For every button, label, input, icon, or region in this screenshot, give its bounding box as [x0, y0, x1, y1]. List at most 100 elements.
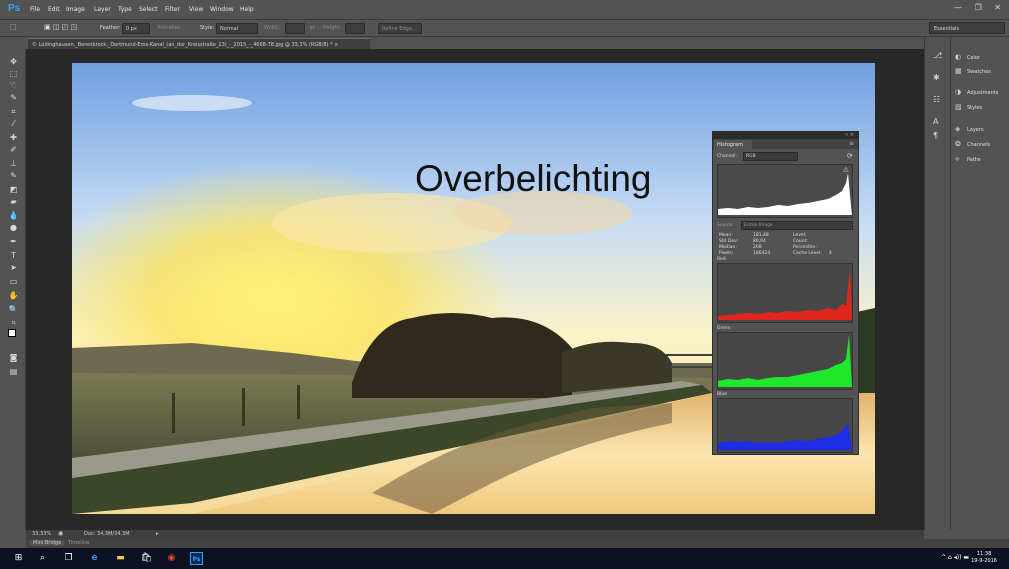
clock-time: 11:38 [976, 551, 992, 557]
lasso-tool-icon[interactable]: ➰ [8, 80, 19, 91]
pen-tool-icon[interactable]: ✒ [8, 236, 19, 247]
file-explorer-icon[interactable]: ▬ [114, 552, 127, 565]
antialias-checkbox[interactable]: Anti-alias [157, 25, 180, 31]
panel-label: Channels [967, 142, 991, 148]
menu-edit[interactable]: Edit [48, 6, 60, 13]
menu-help[interactable]: Help [240, 6, 254, 13]
histogram-panel[interactable]: « × Histogram ≡ Channel: RGB ⟳ ⚠ Source:… [712, 131, 859, 455]
rectangle-tool-icon[interactable]: ▭ [8, 276, 19, 287]
photoshop-taskbar-icon[interactable]: Ps [190, 552, 203, 565]
stat-pixels-label: Pixels: [719, 251, 734, 256]
menu-select[interactable]: Select [139, 6, 158, 13]
dodge-tool-icon[interactable]: ● [8, 222, 19, 233]
blur-tool-icon[interactable]: 💧 [8, 210, 19, 221]
style-select[interactable]: Normal [216, 23, 258, 34]
brush-tool-icon[interactable]: ✐ [8, 144, 19, 155]
panel-label: Swatches [967, 69, 991, 75]
restore-button[interactable]: ❐ [975, 3, 982, 12]
height-input[interactable] [345, 23, 365, 34]
width-input[interactable] [285, 23, 305, 34]
history-brush-tool-icon[interactable]: ✎ [8, 170, 19, 181]
tab-mini-bridge[interactable]: Mini Bridge [30, 540, 65, 546]
status-menu-icon[interactable]: ▸ [156, 531, 159, 537]
clock[interactable]: 11:38 19-9-2016 [971, 551, 997, 565]
panel-dock-strip: ⎇ ✱ ☷ A ¶ [924, 37, 950, 530]
selection-mode-icons[interactable]: ▣ ◫ ◰ ◳ [44, 23, 77, 31]
panel-color[interactable]: ◐ Color [955, 53, 980, 61]
character-icon[interactable]: A [933, 117, 938, 126]
path-select-tool-icon[interactable]: ➤ [8, 262, 19, 273]
refine-edge-button[interactable]: Refine Edge... [378, 23, 422, 34]
menu-window[interactable]: Window [210, 6, 234, 13]
document-tab[interactable]: © Lüdinghausen,_Berenbrock,_Dortmund-Ems… [28, 38, 370, 49]
system-tray[interactable]: ^ ⌂ ◂)) ▬ [941, 554, 969, 561]
red-histogram-graph [717, 263, 853, 323]
styles-icon: ▧ [955, 103, 962, 111]
adjustments-icon: ◑ [955, 88, 962, 96]
quick-select-tool-icon[interactable]: ✎ [8, 92, 19, 103]
screen-mode-icon[interactable]: ▤ [8, 366, 19, 377]
menu-type[interactable]: Type [118, 6, 132, 13]
swap-icon[interactable]: ⇄ [310, 24, 315, 31]
panel-swatches[interactable]: ▦ Swatches [955, 67, 991, 75]
panel-styles[interactable]: ▧ Styles [955, 103, 982, 111]
foreground-color-swatch[interactable] [8, 329, 16, 337]
panel-channels[interactable]: ❂ Channels [955, 140, 990, 148]
store-icon[interactable]: 🛍 [140, 552, 153, 565]
windows-start-icon[interactable]: ⊞ [12, 552, 25, 565]
panel-title-bar[interactable]: « × [713, 132, 858, 139]
eraser-tool-icon[interactable]: ◩ [8, 184, 19, 195]
close-button[interactable]: ✕ [994, 3, 1001, 12]
panel-paths[interactable]: ⟡ Paths [955, 155, 981, 164]
menu-filter[interactable]: Filter [165, 6, 180, 13]
blue-histogram [718, 423, 852, 450]
edge-icon[interactable]: e [88, 552, 101, 565]
move-tool-icon[interactable]: ✥ [8, 56, 19, 67]
channels-icon: ❂ [955, 140, 961, 148]
clone-stamp-tool-icon[interactable]: ⊥ [8, 158, 19, 169]
zoom-level[interactable]: 33,33% [32, 531, 51, 537]
marquee-tool-icon[interactable]: ⬚ [10, 23, 17, 31]
swap-colors-icon[interactable]: ⇆ [8, 318, 19, 329]
tab-timeline[interactable]: Timeline [68, 540, 89, 546]
feather-label: Feather: [100, 25, 121, 31]
hand-tool-icon[interactable]: ✋ [8, 290, 19, 301]
menu-view[interactable]: View [189, 6, 203, 13]
photoshop-logo: Ps [8, 3, 21, 14]
stat-level-label: Level: [793, 233, 807, 238]
eyedropper-tool-icon[interactable]: ⁄ [8, 118, 19, 129]
workspace-select[interactable]: Essentials [929, 22, 1005, 34]
tab-histogram[interactable]: Histogram [714, 140, 752, 149]
refresh-icon[interactable]: ⟳ [847, 152, 853, 160]
history-icon[interactable]: ⎇ [933, 51, 942, 60]
healing-brush-tool-icon[interactable]: ✚ [8, 132, 19, 143]
menu-file[interactable]: File [30, 6, 40, 13]
feather-input[interactable]: 0 px [122, 23, 150, 34]
type-tool-icon[interactable]: T [8, 250, 19, 261]
search-icon[interactable]: ⌕ [36, 552, 49, 565]
channel-select[interactable]: RGB [743, 152, 798, 161]
menu-bar: Ps File Edit Image Layer Type Select Fil… [0, 0, 1009, 20]
stat-mean-value: 181,48 [753, 233, 769, 238]
brush-preset-icon[interactable]: ✱ [933, 73, 940, 82]
menu-image[interactable]: Image [66, 6, 85, 13]
panel-layers[interactable]: ◈ Layers [955, 125, 984, 133]
task-view-icon[interactable]: ❐ [62, 552, 75, 565]
menu-layer[interactable]: Layer [94, 6, 111, 13]
minimize-button[interactable]: — [954, 3, 962, 12]
zoom-tool-icon[interactable]: 🔍 [8, 304, 19, 315]
paragraph-icon[interactable]: ¶ [933, 131, 938, 140]
quick-mask-icon[interactable]: ◙ [8, 352, 19, 363]
marquee-tool-icon[interactable]: ⬚ [8, 68, 19, 79]
chrome-icon[interactable]: ◉ [165, 552, 178, 565]
source-select[interactable]: Entire Image [741, 221, 853, 230]
collapse-close-icon[interactable]: « × [845, 132, 854, 138]
gradient-tool-icon[interactable]: ▰ [8, 196, 19, 207]
channel-label: Channel: [717, 154, 737, 159]
panel-adjustments[interactable]: ◑ Adjustments [955, 88, 998, 96]
height-label: Height: [323, 25, 342, 31]
crop-tool-icon[interactable]: ⌗ [8, 106, 19, 117]
panel-menu-icon[interactable]: ≡ [849, 140, 854, 147]
properties-icon[interactable]: ☷ [933, 95, 940, 104]
status-info-icon[interactable]: ◉ [58, 530, 63, 537]
